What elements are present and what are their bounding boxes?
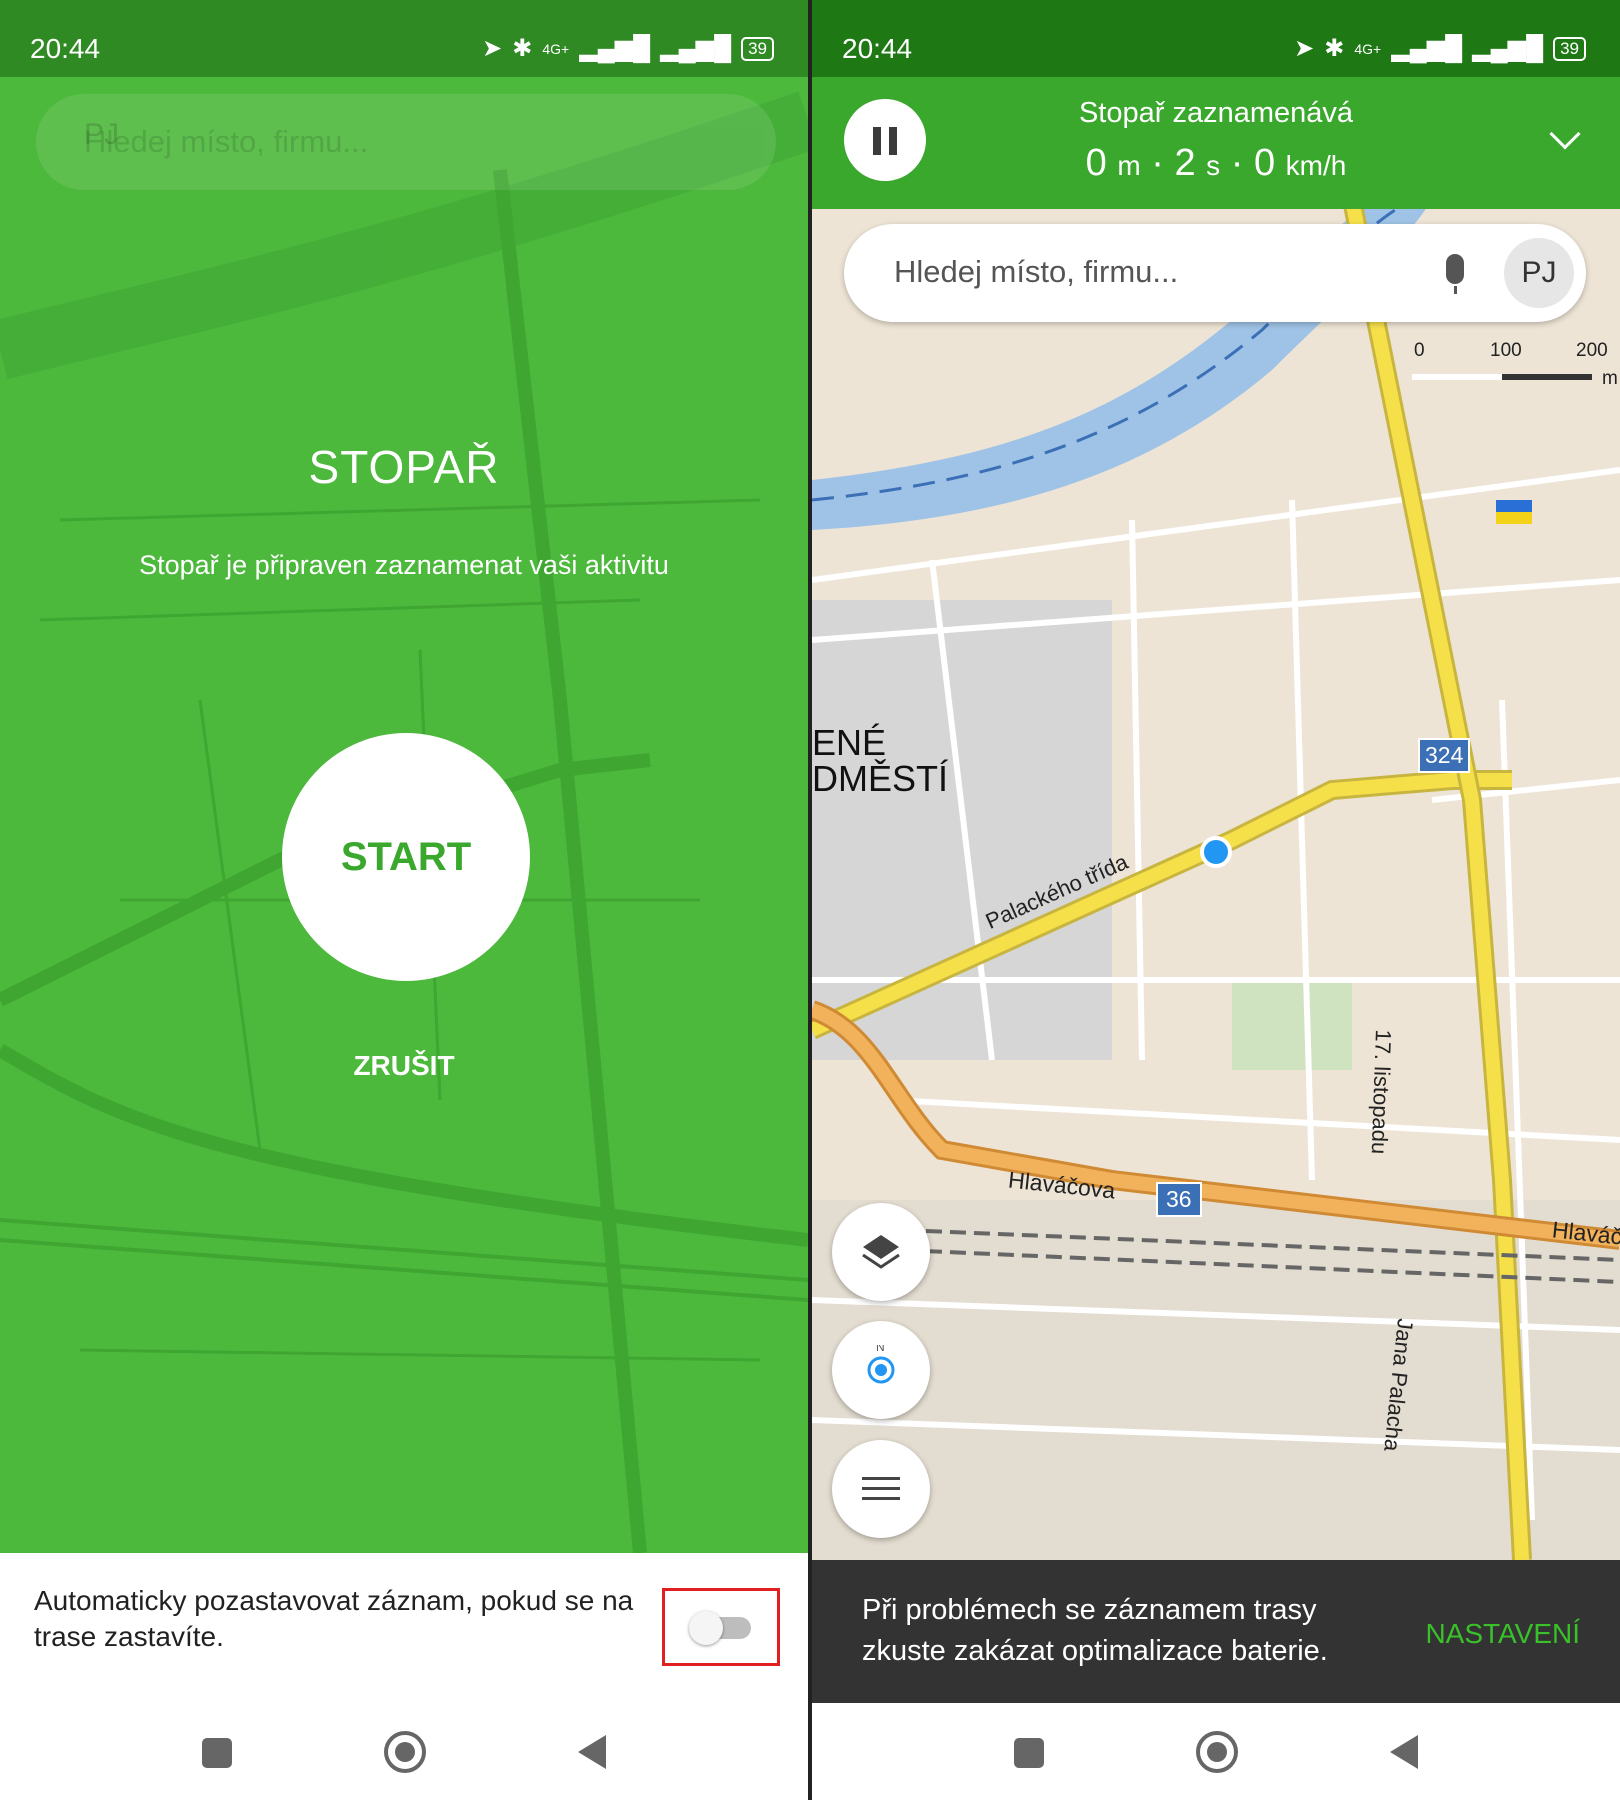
- avatar[interactable]: PJ: [1504, 238, 1574, 308]
- snackbar: Při problémech se záznamem trasy zkuste …: [812, 1560, 1620, 1703]
- home-icon[interactable]: [1196, 1731, 1238, 1773]
- time-value: 2: [1174, 142, 1196, 184]
- microphone-icon[interactable]: [1446, 254, 1464, 294]
- signal-icon-2: ▂▄▆█: [660, 35, 732, 62]
- status-time: 20:44: [30, 33, 101, 64]
- distance-value: 0: [1085, 142, 1107, 184]
- recents-icon[interactable]: [1014, 1738, 1044, 1768]
- speed-unit: km/h: [1285, 150, 1347, 181]
- locate-button[interactable]: N: [832, 1321, 930, 1419]
- bluetooth-icon: ✱: [1324, 35, 1345, 62]
- status-icons: ➤ ✱ 4G+ ▂▄▆█ ▂▄▆█ 39: [1294, 34, 1586, 63]
- time-unit: s: [1206, 150, 1221, 181]
- snackbar-message: Při problémech se záznamem trasy zkuste …: [862, 1594, 1328, 1667]
- road-shield-324: 324: [1418, 738, 1471, 773]
- nav-bar: [0, 1703, 808, 1800]
- menu-button[interactable]: [832, 1440, 930, 1538]
- menu-icon: [862, 1477, 900, 1500]
- speed-value: 0: [1253, 142, 1276, 184]
- status-bar: 20:44 ➤ ✱ 4G+ ▂▄▆█ ▂▄▆█ 39: [0, 0, 808, 77]
- toggle-knob: [689, 1611, 723, 1645]
- district-label-2: DMĚSTÍ: [812, 758, 949, 799]
- start-button[interactable]: START: [282, 733, 530, 981]
- search-input[interactable]: Hledej místo, firmu...: [894, 254, 1178, 290]
- distance-unit: m: [1117, 150, 1141, 181]
- battery-icon: 39: [741, 36, 774, 61]
- location-icon: ➤: [482, 35, 503, 62]
- signal-icon-2: ▂▄▆█: [1472, 35, 1544, 62]
- bluetooth-icon: ✱: [512, 35, 533, 62]
- separator-dot: ·: [1151, 142, 1175, 184]
- svg-text:N: N: [876, 1345, 885, 1354]
- autopause-label: Automaticky pozastavovat záznam, pokud s…: [34, 1585, 634, 1652]
- current-location-dot: [1200, 836, 1232, 868]
- scale-100: 100: [1490, 340, 1522, 361]
- recording-bar: Stopař zaznamenává 0 m · 2 s · 0 km/h: [812, 77, 1620, 209]
- layers-icon: [862, 1235, 900, 1269]
- autopause-highlight: [662, 1588, 780, 1666]
- avatar: PJ: [84, 118, 120, 151]
- recording-stats: 0 m · 2 s · 0 km/h: [812, 142, 1620, 185]
- status-time: 20:44: [842, 33, 913, 64]
- search-bar[interactable]: Hledej místo, firmu... PJ: [844, 224, 1586, 322]
- settings-button[interactable]: NASTAVENÍ: [1425, 1618, 1580, 1650]
- recents-icon[interactable]: [202, 1738, 232, 1768]
- street-label-17-listopadu: 17. listopadu: [1366, 1029, 1396, 1155]
- scale-bar: [1412, 374, 1592, 380]
- autopause-row: Automaticky pozastavovat záznam, pokud s…: [0, 1553, 808, 1703]
- network-type: 4G+: [1354, 40, 1382, 57]
- status-bar: 20:44 ➤ ✱ 4G+ ▂▄▆█ ▂▄▆█ 39: [812, 0, 1620, 77]
- layers-button[interactable]: [832, 1203, 930, 1301]
- back-icon[interactable]: [1390, 1735, 1418, 1769]
- back-icon[interactable]: [578, 1735, 606, 1769]
- page-subtitle: Stopař je připraven zaznamenat vaši akti…: [139, 550, 669, 580]
- nav-bar: [812, 1703, 1620, 1800]
- signal-icon: ▂▄▆█: [1391, 35, 1463, 62]
- map-scale: 0 100 200 m: [1392, 340, 1618, 390]
- signal-icon: ▂▄▆█: [579, 35, 651, 62]
- network-type: 4G+: [542, 40, 570, 57]
- scale-0: 0: [1414, 340, 1425, 361]
- page-title: STOPAŘ: [308, 441, 500, 493]
- home-icon[interactable]: [384, 1731, 426, 1773]
- scale-unit: m: [1602, 368, 1618, 389]
- autopause-toggle[interactable]: [689, 1611, 751, 1645]
- battery-icon: 39: [1553, 36, 1586, 61]
- scale-200: 200: [1576, 340, 1608, 361]
- search-bar-dimmed: Hledej místo, firmu... PJ: [36, 94, 776, 190]
- location-icon: ➤: [1294, 35, 1315, 62]
- locate-icon: N: [867, 1345, 895, 1384]
- recording-title: Stopař zaznamenává: [1078, 97, 1354, 129]
- status-icons: ➤ ✱ 4G+ ▂▄▆█ ▂▄▆█ 39: [482, 34, 774, 63]
- road-shield-36: 36: [1156, 1182, 1202, 1217]
- stopar-recording-screen: ENÉ DMĚSTÍ Palackého třída Hlaváčova Hla…: [812, 0, 1620, 1800]
- separator-dot: ·: [1230, 142, 1254, 184]
- stopar-start-screen: 20:44 ➤ ✱ 4G+ ▂▄▆█ ▂▄▆█ 39 Hledej místo,…: [0, 0, 808, 1800]
- cancel-button[interactable]: ZRUŠIT: [0, 1050, 808, 1082]
